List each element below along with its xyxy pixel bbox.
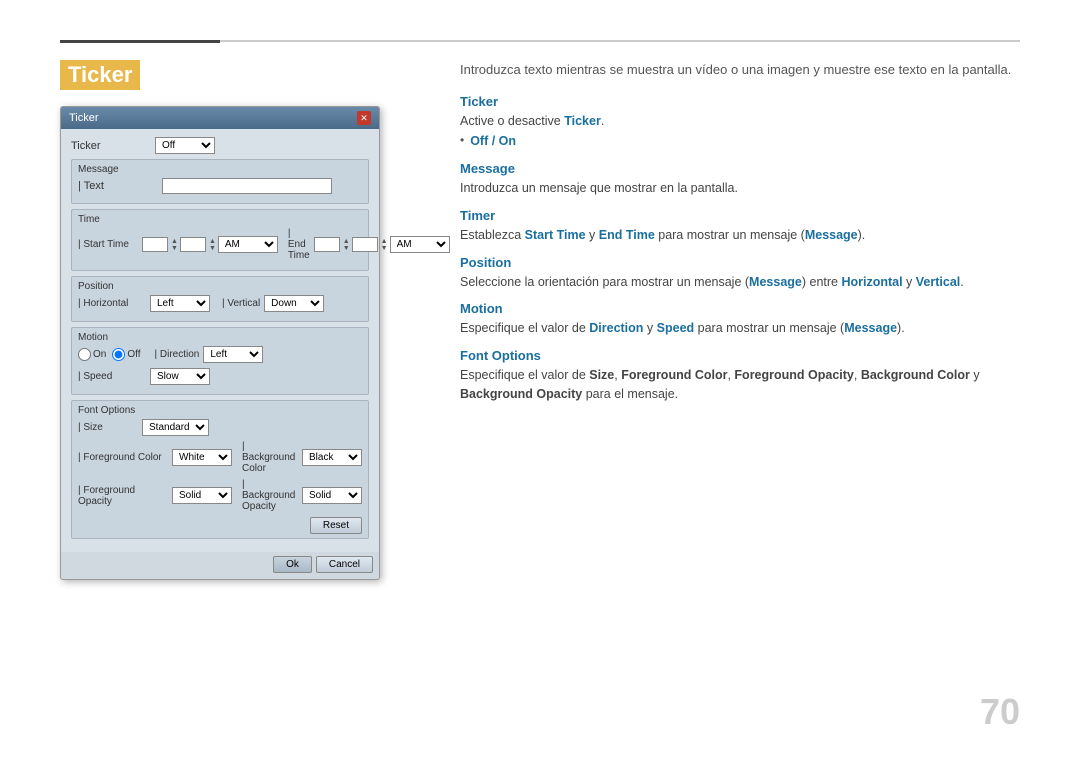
bg-opacity-label: | Background Opacity	[242, 479, 298, 512]
top-border-accent	[60, 40, 220, 43]
motion-off-item: Off	[112, 348, 140, 361]
help-timer: Timer Establezca Start Time y End Time p…	[460, 208, 1020, 245]
section-title: Ticker	[60, 60, 140, 90]
dialog-titlebar: Ticker ✕	[61, 107, 379, 129]
ticker-dialog: Ticker ✕ Ticker Off On Message | Text	[60, 106, 380, 580]
fg-opacity-select[interactable]: SolidTransparent	[172, 487, 232, 504]
help-timer-text: Establezca Start Time y End Time para mo…	[460, 226, 1020, 245]
start-ampm-select[interactable]: AMPM	[218, 236, 278, 253]
right-column: Introduzca texto mientras se muestra un …	[460, 60, 1020, 414]
motion-section: Motion On Off | Direction	[71, 327, 369, 395]
message-section-title: Message	[78, 164, 362, 175]
help-timer-title: Timer	[460, 208, 1020, 223]
start-hour-spinner[interactable]: ▲▼	[171, 238, 178, 252]
help-message: Message Introduzca un mensaje que mostra…	[460, 161, 1020, 198]
time-row: | Start Time 12 ▲▼ 00 ▲▼ AMPM | End Time…	[78, 228, 362, 261]
fg-opacity-row: | Foreground Opacity SolidTransparent | …	[78, 479, 362, 512]
font-options-title: Font Options	[78, 405, 362, 416]
motion-on-item: On	[78, 348, 106, 361]
start-min-input[interactable]: 00	[180, 237, 206, 252]
message-section: Message | Text	[71, 159, 369, 204]
dialog-footer: Ok Cancel	[61, 552, 379, 579]
start-min-spinner[interactable]: ▲▼	[209, 238, 216, 252]
motion-section-title: Motion	[78, 332, 362, 343]
bullet-dot-1: •	[460, 133, 464, 147]
start-time-label: | Start Time	[78, 239, 138, 250]
size-row: | Size StandardSmallLarge	[78, 419, 362, 436]
bg-opacity-select[interactable]: SolidTransparent	[302, 487, 362, 504]
ticker-row: Ticker Off On	[71, 137, 369, 154]
ticker-bullet: • Off / On	[460, 132, 1020, 151]
horizontal-label: | Horizontal	[78, 298, 146, 309]
end-time-label: | End Time	[288, 228, 310, 261]
bg-color-select[interactable]: BlackWhite	[302, 449, 362, 466]
size-label: | Size	[78, 422, 138, 433]
help-ticker-text: Active o desactive Ticker.	[460, 112, 1020, 131]
position-row: | Horizontal LeftRight | Vertical DownUp	[78, 295, 362, 312]
motion-row: On Off | Direction LeftRight	[78, 346, 362, 363]
fg-opacity-label: | Foreground Opacity	[78, 485, 168, 507]
vertical-select[interactable]: DownUp	[264, 295, 324, 312]
speed-label: | Speed	[78, 371, 146, 382]
time-section: Time | Start Time 12 ▲▼ 00 ▲▼ AMPM | End…	[71, 209, 369, 271]
motion-on-radio[interactable]	[78, 348, 91, 361]
horizontal-select[interactable]: LeftRight	[150, 295, 210, 312]
end-time-group: 12 ▲▼ 03 ▲▼ AMPM	[314, 236, 450, 253]
help-font-options-title: Font Options	[460, 348, 1020, 363]
reset-button[interactable]: Reset	[310, 517, 362, 534]
dialog-body: Ticker Off On Message | Text Time | Star…	[61, 129, 379, 552]
end-min-input[interactable]: 03	[352, 237, 378, 252]
help-motion-title: Motion	[460, 301, 1020, 316]
help-font-options: Font Options Especifique el valor de Siz…	[460, 348, 1020, 404]
size-select[interactable]: StandardSmallLarge	[142, 419, 209, 436]
start-time-group: 12 ▲▼ 00 ▲▼ AMPM	[142, 236, 278, 253]
fg-color-row: | Foreground Color WhiteBlack | Backgrou…	[78, 441, 362, 474]
motion-on-label: On	[93, 349, 106, 360]
help-ticker: Ticker Active o desactive Ticker. • Off …	[460, 94, 1020, 152]
text-input[interactable]	[162, 178, 332, 194]
time-section-title: Time	[78, 214, 362, 225]
help-position-title: Position	[460, 255, 1020, 270]
position-section: Position | Horizontal LeftRight | Vertic…	[71, 276, 369, 322]
left-column: Ticker Ticker ✕ Ticker Off On Message | …	[60, 60, 440, 580]
direction-label: | Direction	[155, 349, 200, 360]
help-message-title: Message	[460, 161, 1020, 176]
motion-radio-group: On Off	[78, 348, 141, 361]
ticker-select[interactable]: Off On	[155, 137, 215, 154]
cancel-button[interactable]: Cancel	[316, 556, 373, 573]
dialog-title: Ticker	[69, 112, 99, 124]
end-hour-spinner[interactable]: ▲▼	[343, 238, 350, 252]
help-position: Position Seleccione la orientación para …	[460, 255, 1020, 292]
font-options-section: Font Options | Size StandardSmallLarge |…	[71, 400, 369, 539]
help-position-text: Seleccione la orientación para mostrar u…	[460, 273, 1020, 292]
help-motion-text: Especifique el valor de Direction y Spee…	[460, 319, 1020, 338]
page-number: 70	[980, 691, 1020, 733]
motion-off-label: Off	[127, 349, 140, 360]
dialog-close-button[interactable]: ✕	[357, 111, 371, 125]
vertical-label: | Vertical	[222, 298, 260, 309]
position-section-title: Position	[78, 281, 362, 292]
text-row: | Text	[78, 178, 362, 194]
ticker-bullet-text: Off / On	[470, 132, 516, 151]
direction-select[interactable]: LeftRight	[203, 346, 263, 363]
speed-select[interactable]: SlowNormalFast	[150, 368, 210, 385]
end-hour-input[interactable]: 12	[314, 237, 340, 252]
end-ampm-select[interactable]: AMPM	[390, 236, 450, 253]
reset-row: Reset	[78, 517, 362, 534]
fg-color-label: | Foreground Color	[78, 452, 168, 463]
fg-color-select[interactable]: WhiteBlack	[172, 449, 232, 466]
ticker-field-label: Ticker	[71, 140, 151, 152]
motion-off-radio[interactable]	[112, 348, 125, 361]
bg-color-label: | Background Color	[242, 441, 298, 474]
ok-button[interactable]: Ok	[273, 556, 312, 573]
start-hour-input[interactable]: 12	[142, 237, 168, 252]
intro-text: Introduzca texto mientras se muestra un …	[460, 60, 1020, 80]
help-font-options-text: Especifique el valor de Size, Foreground…	[460, 366, 1020, 404]
speed-row: | Speed SlowNormalFast	[78, 368, 362, 385]
end-min-spinner[interactable]: ▲▼	[381, 238, 388, 252]
help-message-text: Introduzca un mensaje que mostrar en la …	[460, 179, 1020, 198]
help-ticker-title: Ticker	[460, 94, 1020, 109]
text-label: | Text	[78, 180, 158, 192]
help-motion: Motion Especifique el valor de Direction…	[460, 301, 1020, 338]
